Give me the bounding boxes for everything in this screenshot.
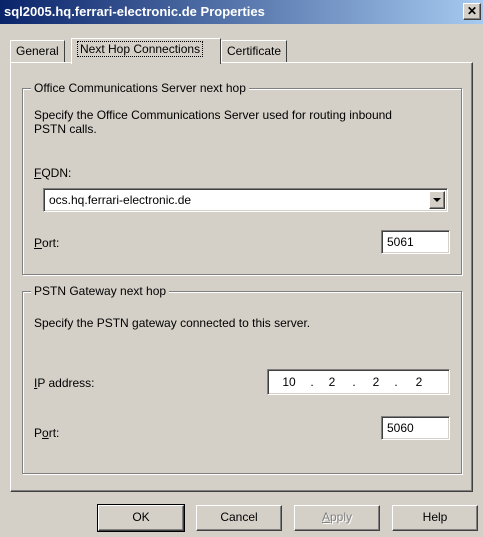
ip-octet-4[interactable]: 2: [408, 375, 430, 389]
pstn-port-mnemonic: o: [42, 426, 49, 440]
fqdn-select[interactable]: ocs.hq.ferrari-electronic.de: [43, 188, 448, 212]
apply-mnemonic: A: [321, 510, 330, 524]
help-label: Help: [422, 510, 448, 524]
tab-next-hop-connections[interactable]: Next Hop Connections: [71, 38, 221, 64]
ip-octet-3[interactable]: 2: [365, 375, 387, 389]
ip-dot-1: .: [310, 375, 314, 389]
fqdn-label-rest: QDN:: [41, 166, 72, 180]
ok-label: OK: [132, 510, 150, 524]
fqdn-label: FQDN:: [34, 166, 71, 180]
close-button[interactable]: ✕: [463, 3, 481, 20]
chevron-down-icon[interactable]: [429, 191, 445, 209]
ip-dot-3: .: [394, 375, 398, 389]
ocs-port-mnemonic: P: [34, 236, 43, 250]
ocs-port-input[interactable]: 5061: [381, 230, 450, 254]
ocs-port-rest: ort:: [42, 236, 60, 250]
tab-general-label: General: [16, 44, 59, 58]
cancel-button[interactable]: Cancel: [196, 505, 282, 531]
ip-octet-2[interactable]: 2: [321, 375, 343, 389]
ok-button[interactable]: OK: [97, 504, 185, 532]
tab-general[interactable]: General: [10, 40, 65, 62]
apply-button[interactable]: Apply: [294, 505, 380, 531]
pstn-port-input[interactable]: 5060: [381, 416, 450, 440]
fqdn-value: ocs.hq.ferrari-electronic.de: [49, 193, 192, 207]
pstn-group-title: PSTN Gateway next hop: [31, 284, 170, 298]
pstn-port-value: 5060: [387, 421, 414, 435]
ocs-description: Specify the Office Communications Server…: [34, 108, 392, 122]
tab-next-hop-label: Next Hop Connections: [77, 41, 204, 57]
pstn-port-pre: P: [34, 426, 43, 440]
ocs-description-2: PSTN calls.: [34, 122, 97, 136]
ocs-group-title: Office Communications Server next hop: [31, 81, 249, 95]
tab-certificate[interactable]: Certificate: [221, 40, 288, 62]
help-button[interactable]: Help: [392, 505, 478, 531]
pstn-port-rest: rt:: [48, 426, 60, 440]
close-icon: ✕: [466, 4, 478, 18]
ocs-port-value: 5061: [387, 235, 414, 249]
ip-address-input[interactable]: 10 . 2 . 2 . 2: [267, 369, 450, 395]
window-title: sql2005.hq.ferrari-electronic.de Propert…: [4, 4, 265, 19]
ip-octet-1[interactable]: 10: [278, 375, 300, 389]
pstn-description: Specify the PSTN gateway connected to th…: [34, 316, 311, 330]
ocs-port-label: Port:: [34, 236, 59, 250]
ip-address-label: IP address:: [34, 376, 95, 390]
ip-label-rest: P address:: [37, 376, 95, 390]
title-bar[interactable]: sql2005.hq.ferrari-electronic.de Propert…: [0, 0, 483, 24]
pstn-port-label: Port:: [34, 426, 59, 440]
tab-certificate-label: Certificate: [227, 44, 282, 58]
apply-rest: pply: [330, 510, 353, 524]
ip-dot-2: .: [352, 375, 356, 389]
cancel-label: Cancel: [220, 510, 258, 524]
